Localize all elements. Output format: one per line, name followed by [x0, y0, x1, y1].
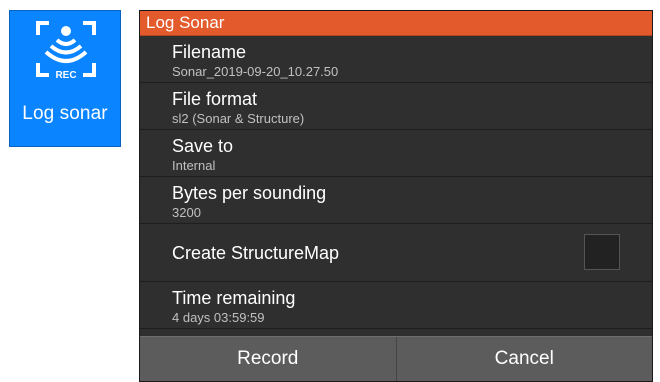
file-format-label: File format [172, 89, 258, 109]
create-structuremap-checkbox[interactable] [584, 234, 620, 270]
bytes-per-sounding-row[interactable]: Bytes per sounding 3200 [140, 177, 652, 224]
bytes-per-sounding-value: 3200 [172, 205, 201, 220]
log-sonar-tile[interactable]: REC Log sonar [9, 10, 121, 147]
file-format-value: sl2 (Sonar & Structure) [172, 111, 305, 126]
cancel-button[interactable]: Cancel [395, 337, 653, 381]
filename-value: Sonar_2019-09-20_10.27.50 [172, 64, 339, 79]
filename-row[interactable]: Filename Sonar_2019-09-20_10.27.50 [140, 36, 652, 83]
time-remaining-row: Time remaining 4 days 03:59:59 [140, 282, 652, 329]
record-button[interactable]: Record [140, 337, 396, 381]
dialog-button-bar: Record Cancel [140, 336, 652, 381]
save-to-value: Internal [172, 158, 216, 173]
file-format-row[interactable]: File format sl2 (Sonar & Structure) [140, 83, 652, 130]
filename-label: Filename [172, 42, 247, 62]
save-to-label: Save to [172, 136, 234, 156]
tile-label: Log sonar [22, 103, 108, 124]
time-remaining-label: Time remaining [172, 288, 296, 308]
create-structuremap-label: Create StructureMap [172, 243, 340, 263]
time-remaining-value: 4 days 03:59:59 [172, 310, 265, 325]
rec-label: REC [55, 70, 76, 81]
dialog-title: Log Sonar [140, 11, 652, 36]
create-structuremap-row[interactable]: Create StructureMap [140, 224, 652, 282]
sonar-rec-icon: REC [35, 19, 97, 83]
log-sonar-dialog: Log Sonar Filename Sonar_2019-09-20_10.2… [139, 10, 653, 382]
save-to-row[interactable]: Save to Internal [140, 130, 652, 177]
bytes-per-sounding-label: Bytes per sounding [172, 183, 327, 203]
